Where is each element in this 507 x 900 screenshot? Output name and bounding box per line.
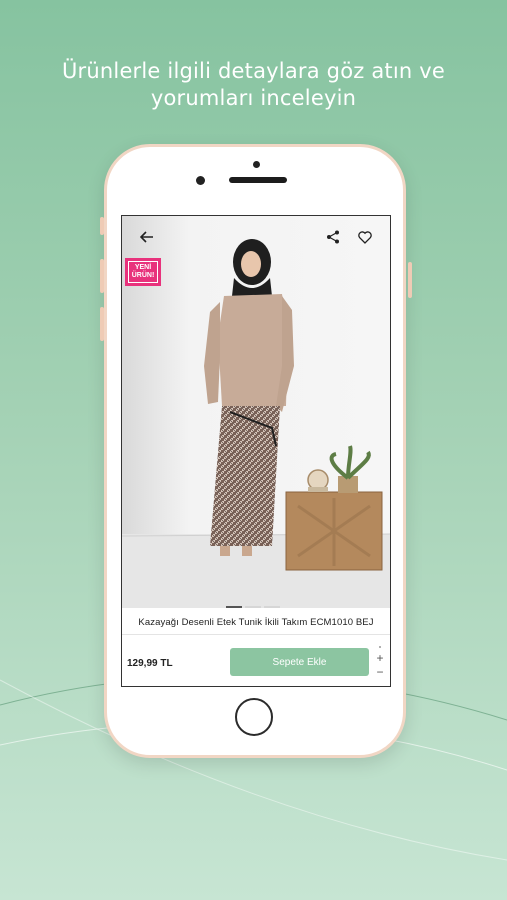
stepper-indicator: [379, 646, 381, 648]
phone-power-button: [408, 262, 412, 298]
home-button[interactable]: [235, 698, 273, 736]
phone-volume-down: [100, 307, 104, 341]
back-button[interactable]: [136, 226, 158, 248]
product-title: Kazayağı Desenli Etek Tunik İkili Takım …: [122, 612, 390, 635]
increase-quantity-button[interactable]: +: [373, 651, 387, 665]
phone-volume-up: [100, 259, 104, 293]
product-photo[interactable]: [122, 216, 390, 608]
arrow-left-icon: [140, 231, 153, 243]
gallery-dot[interactable]: [226, 606, 242, 608]
product-price: 129,99 TL: [127, 658, 173, 669]
favorite-button[interactable]: [354, 226, 376, 248]
share-button[interactable]: [322, 226, 344, 248]
quantity-stepper[interactable]: + −: [373, 646, 387, 679]
share-icon: [327, 230, 339, 244]
headline-line-2: yorumları inceleyin: [150, 86, 357, 110]
front-camera: [253, 161, 260, 168]
heart-icon: [358, 230, 372, 244]
gallery-pagination[interactable]: [226, 606, 280, 608]
new-product-badge: YENİ ÜRÜN!: [125, 258, 161, 286]
badge-line-2: ÜRÜN!: [131, 272, 155, 279]
add-to-cart-button[interactable]: Sepete Ekle: [230, 648, 369, 676]
purchase-bar: 129,99 TL Sepete Ekle + −: [122, 644, 390, 684]
earpiece-speaker: [229, 177, 287, 183]
phone-mute-switch: [100, 217, 104, 235]
headline-line-1: Ürünlerle ilgili detaylara göz atın ve: [61, 59, 446, 83]
gallery-dot[interactable]: [264, 606, 280, 608]
decrease-quantity-button[interactable]: −: [373, 665, 387, 679]
badge-line-1: YENİ: [134, 264, 152, 271]
gallery-dot[interactable]: [245, 606, 261, 608]
proximity-sensor: [196, 176, 205, 185]
promo-headline: Ürünlerle ilgili detaylara göz atın ve y…: [0, 58, 507, 112]
app-screen: YENİ ÜRÜN! Kazayağı Desenli Etek Tunik İ…: [121, 215, 391, 687]
phone-mockup: YENİ ÜRÜN! Kazayağı Desenli Etek Tunik İ…: [100, 144, 412, 758]
